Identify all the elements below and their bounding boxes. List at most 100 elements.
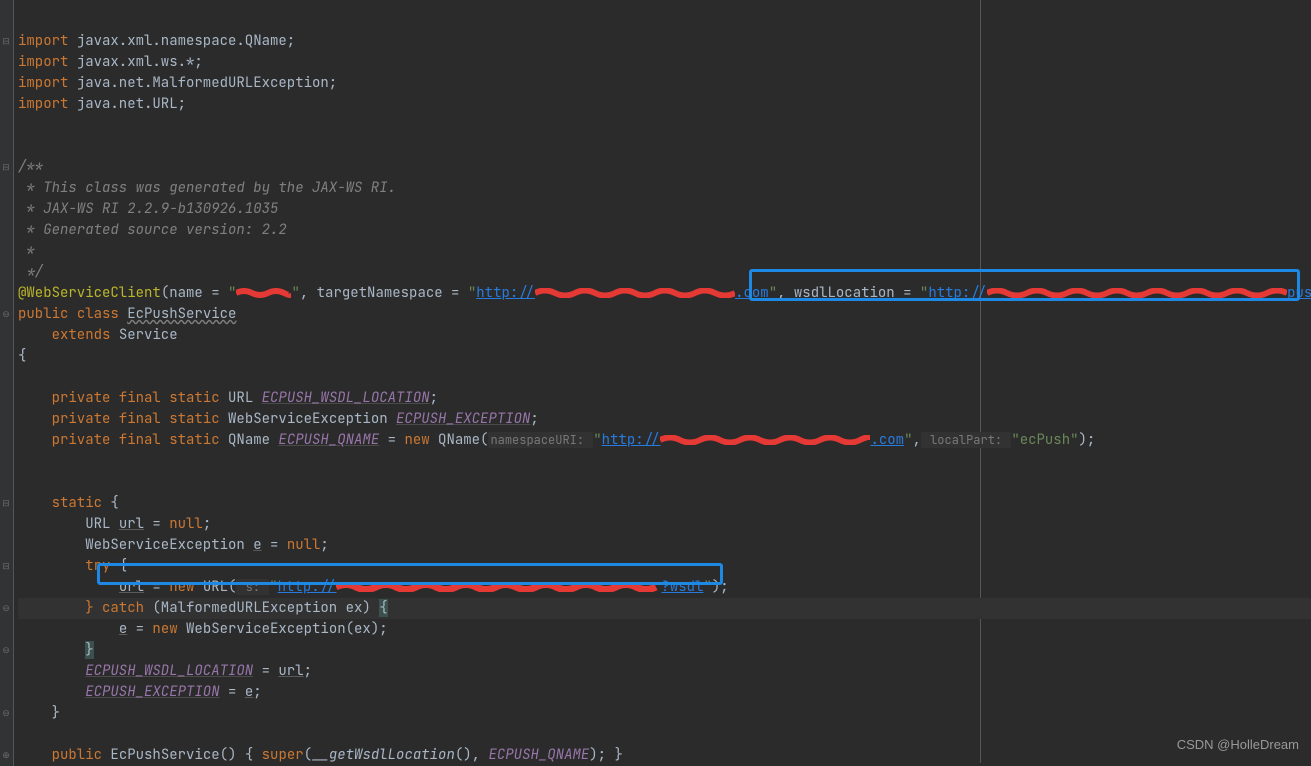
import-path: java.net.URL; xyxy=(77,95,186,113)
import-path: javax.xml.ws.*; xyxy=(77,53,203,71)
variable: url xyxy=(119,515,144,533)
text: ; xyxy=(320,536,328,554)
keyword-public: public xyxy=(18,305,77,323)
code-editor: ⊟ ⊟ ⊖ ⊟ ⊟ ⊖ ⊖ ⊖ ⊕ xyxy=(0,0,1311,766)
type: QName xyxy=(228,431,278,449)
url-link[interactable]: .com xyxy=(735,284,769,302)
javadoc-line: * Generated source version: 2.2 xyxy=(18,221,287,239)
fold-icon[interactable]: ⊟ xyxy=(0,556,12,577)
type: URL xyxy=(85,515,119,533)
constructor: QName( xyxy=(438,431,488,449)
modifiers: private final static xyxy=(52,431,228,449)
redaction xyxy=(660,435,870,445)
javadoc-line: * JAX-WS RI 2.2.9-b130926.1035 xyxy=(18,200,278,218)
fold-icon[interactable]: ⊟ xyxy=(0,157,12,178)
text: () xyxy=(220,746,245,764)
keyword-import: import xyxy=(18,74,68,92)
constructor: URL( xyxy=(203,578,237,596)
method-call: __getWsdlLocation xyxy=(312,746,455,764)
keyword-class: class xyxy=(77,305,127,323)
text: = xyxy=(253,662,278,680)
url-link[interactable]: http:// xyxy=(476,284,535,302)
variable: e xyxy=(253,536,261,554)
import-path: java.net.MalformedURLException; xyxy=(77,74,337,92)
brace: { xyxy=(110,494,118,512)
url-link[interactable]: http:// xyxy=(928,284,987,302)
redaction xyxy=(236,288,291,298)
param-label: targetNamespace = xyxy=(317,284,468,302)
class-name: EcPushService xyxy=(127,305,236,323)
text: = xyxy=(144,578,169,596)
fold-icon[interactable]: ⊟ xyxy=(0,31,12,52)
javadoc-line: */ xyxy=(18,263,43,281)
catch-params: (MalformedURLException ex) xyxy=(152,599,379,617)
watermark: CSDN @HolleDream xyxy=(1177,734,1299,755)
gutter[interactable]: ⊟ ⊟ ⊖ ⊟ ⊟ ⊖ ⊖ ⊖ ⊕ xyxy=(0,0,14,766)
fold-icon[interactable]: ⊖ xyxy=(0,598,12,619)
field-name: ECPUSH_QNAME xyxy=(278,431,379,449)
text: = xyxy=(127,620,152,638)
brace: { xyxy=(119,557,127,575)
variable: e xyxy=(245,683,253,701)
brace: } xyxy=(614,746,622,764)
field-ref: ECPUSH_EXCEPTION xyxy=(85,683,219,701)
redaction xyxy=(535,288,735,298)
param-label: name = xyxy=(169,284,228,302)
annotation: @WebServiceClient xyxy=(18,284,161,302)
text: ; xyxy=(203,515,211,533)
code-content[interactable]: import javax.xml.namespace.QName; import… xyxy=(14,0,1311,766)
text: ; xyxy=(304,662,312,680)
text: ); xyxy=(589,746,614,764)
keyword-try: try xyxy=(85,557,119,575)
param-label: wsdlLocation = xyxy=(786,284,920,302)
type: URL xyxy=(228,389,262,407)
keyword-new: new xyxy=(404,431,438,449)
keyword-import: import xyxy=(18,95,68,113)
import-path: javax.xml.namespace.QName; xyxy=(77,32,295,50)
string-literal: "ecPush" xyxy=(1011,431,1078,449)
fold-icon[interactable] xyxy=(0,10,12,31)
keyword-import: import xyxy=(18,32,68,50)
text: (), xyxy=(455,746,489,764)
modifiers: private final static xyxy=(52,389,228,407)
url-link[interactable]: push?ws xyxy=(1287,284,1311,302)
url-link[interactable]: http:// xyxy=(278,578,337,596)
keyword-new: new xyxy=(169,578,203,596)
redaction xyxy=(336,582,661,592)
url-link[interactable]: ?wsdl xyxy=(661,578,703,596)
text: ); xyxy=(1079,431,1096,449)
brace: } xyxy=(85,641,93,659)
variable: url xyxy=(278,662,303,680)
fold-icon[interactable]: ⊟ xyxy=(0,493,12,514)
brace: { xyxy=(18,347,26,365)
constructor-call: WebServiceException(ex) xyxy=(186,620,379,638)
fold-icon[interactable]: ⊖ xyxy=(0,703,12,724)
parameter-hint: s: xyxy=(236,579,269,595)
keyword-extends: extends xyxy=(52,326,119,344)
javadoc-line: * This class was generated by the JAX-WS… xyxy=(18,179,396,197)
text: = xyxy=(144,515,169,533)
text: ; xyxy=(379,620,387,638)
text: = xyxy=(379,431,404,449)
text: ; xyxy=(253,683,261,701)
fold-icon[interactable]: ⊖ xyxy=(0,640,12,661)
text: , xyxy=(300,284,317,302)
field-ref: ECPUSH_WSDL_LOCATION xyxy=(85,662,253,680)
field-name: ECPUSH_WSDL_LOCATION xyxy=(262,389,430,407)
variable: url xyxy=(119,578,144,596)
brace: { xyxy=(245,746,262,764)
keyword-null: null xyxy=(287,536,321,554)
url-link[interactable]: .com xyxy=(870,431,904,449)
keyword-new: new xyxy=(152,620,186,638)
text: = xyxy=(220,683,245,701)
text: ; xyxy=(430,389,438,407)
parent-class: Service xyxy=(119,326,178,344)
text: ; xyxy=(530,410,538,428)
brace: { xyxy=(379,599,387,617)
keyword-null: null xyxy=(169,515,203,533)
field-ref: ECPUSH_QNAME xyxy=(488,746,589,764)
modifiers: private final static xyxy=(52,410,228,428)
fold-icon[interactable]: ⊖ xyxy=(0,304,12,325)
text: = xyxy=(262,536,287,554)
url-link[interactable]: http:// xyxy=(602,431,661,449)
